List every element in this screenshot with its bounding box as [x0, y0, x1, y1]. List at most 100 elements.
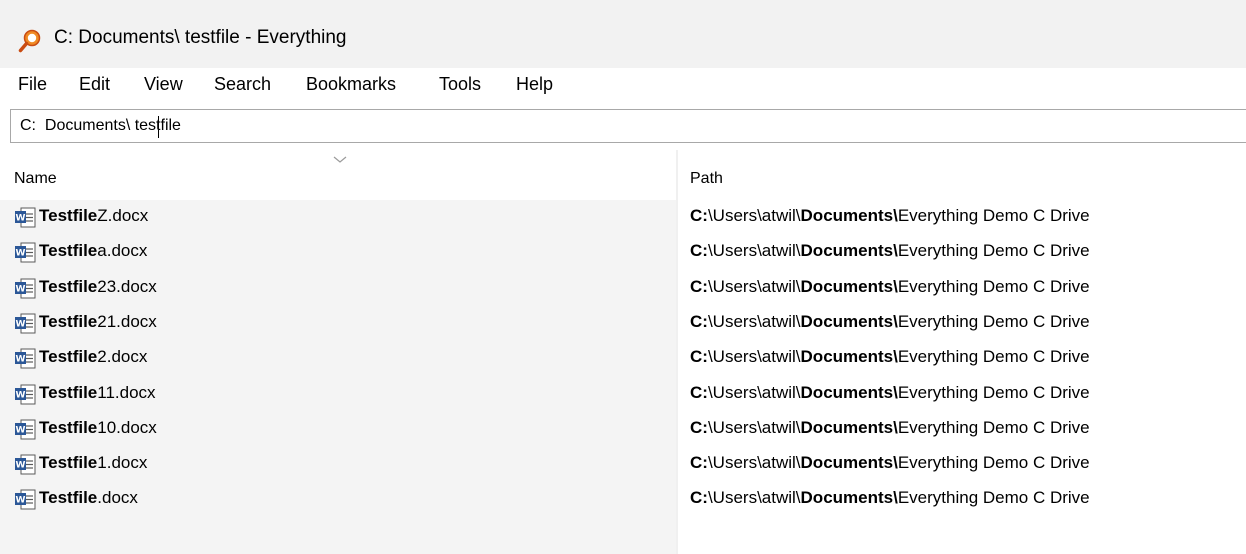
result-path: C:\Users\atwil\Documents\Everything Demo… [690, 347, 1090, 367]
result-path-rest: Everything Demo C Drive [897, 206, 1090, 225]
result-row[interactable]: W TestfileZ.docx C:\Users\atwil\Document… [0, 200, 1246, 235]
result-path: C:\Users\atwil\Documents\Everything Demo… [690, 418, 1090, 438]
svg-text:W: W [16, 390, 26, 400]
result-path-match: Documents\ [800, 311, 898, 331]
result-path-mid: \Users\atwil\ [707, 417, 801, 437]
result-path-match: Documents\ [800, 347, 898, 367]
column-header-path[interactable]: Path [678, 156, 1246, 200]
sort-descending-icon [333, 156, 347, 163]
result-row[interactable]: W Testfile23.docx C:\Users\atwil\Documen… [0, 271, 1246, 306]
result-path-match: Documents\ [800, 241, 898, 261]
menu-tools[interactable]: Tools [435, 74, 485, 95]
result-path-match: Documents\ [800, 488, 898, 508]
result-path-mid: \Users\atwil\ [707, 382, 801, 402]
word-document-icon: W [15, 348, 36, 369]
result-name-match: Testfile [39, 417, 98, 437]
result-path-drive: C: [690, 453, 708, 473]
result-path-rest: Everything Demo C Drive [897, 453, 1090, 473]
result-path-match: Documents\ [800, 382, 898, 402]
result-path-match: Documents\ [800, 206, 898, 225]
title-bar[interactable]: C: Documents\ testfile - Everything [0, 0, 1246, 68]
word-document-icon: W [15, 489, 36, 510]
result-path-match: Documents\ [800, 276, 898, 296]
svg-text:W: W [16, 461, 26, 471]
svg-text:W: W [16, 496, 26, 506]
result-path: C:\Users\atwil\Documents\Everything Demo… [690, 277, 1090, 297]
result-path-drive: C: [690, 347, 708, 367]
result-name: Testfile11.docx [39, 383, 156, 403]
result-path-drive: C: [690, 488, 708, 508]
column-header-name-label: Name [14, 170, 57, 187]
result-row[interactable]: W Testfile21.docx C:\Users\atwil\Documen… [0, 306, 1246, 341]
word-document-icon: W [15, 313, 36, 334]
result-row[interactable]: W Testfile11.docx C:\Users\atwil\Documen… [0, 377, 1246, 412]
result-path-rest: Everything Demo C Drive [897, 347, 1090, 367]
result-path-drive: C: [690, 241, 708, 261]
result-name-rest: 21.docx [97, 311, 157, 331]
result-path-mid: \Users\atwil\ [707, 488, 801, 508]
result-name: Testfile10.docx [39, 418, 157, 438]
result-name-match: Testfile [39, 241, 98, 261]
result-path-drive: C: [690, 311, 708, 331]
result-name-rest: Z.docx [97, 206, 149, 225]
svg-text:W: W [16, 425, 26, 435]
result-name-match: Testfile [39, 276, 98, 296]
word-document-icon: W [15, 242, 36, 263]
result-path-rest: Everything Demo C Drive [897, 311, 1090, 331]
svg-text:W: W [16, 214, 26, 224]
menu-edit[interactable]: Edit [75, 74, 114, 95]
result-name-rest: 11.docx [97, 382, 156, 402]
result-name: Testfile2.docx [39, 347, 147, 367]
result-name-rest: 2.docx [97, 347, 148, 367]
result-path-rest: Everything Demo C Drive [897, 488, 1090, 508]
result-path: C:\Users\atwil\Documents\Everything Demo… [690, 453, 1090, 473]
menu-bookmarks[interactable]: Bookmarks [302, 74, 400, 95]
result-path-mid: \Users\atwil\ [707, 453, 801, 473]
menu-file[interactable]: File [14, 74, 51, 95]
menu-help[interactable]: Help [512, 74, 557, 95]
result-path-mid: \Users\atwil\ [707, 311, 801, 331]
result-row[interactable]: W Testfile.docx C:\Users\atwil\Documents… [0, 482, 1246, 517]
result-row[interactable]: W Testfile1.docx C:\Users\atwil\Document… [0, 447, 1246, 482]
result-name-rest: 10.docx [97, 417, 157, 437]
result-name: Testfile.docx [39, 488, 138, 508]
menu-search[interactable]: Search [210, 74, 275, 95]
result-name: TestfileZ.docx [39, 206, 148, 226]
result-path-mid: \Users\atwil\ [707, 241, 801, 261]
svg-text:W: W [16, 249, 26, 259]
result-name: Testfile23.docx [39, 277, 157, 297]
result-name-rest: a.docx [97, 241, 148, 261]
svg-text:W: W [16, 319, 26, 329]
word-document-icon: W [15, 207, 36, 228]
result-name-match: Testfile [39, 311, 98, 331]
result-path-drive: C: [690, 417, 708, 437]
result-path-rest: Everything Demo C Drive [897, 276, 1090, 296]
result-path-rest: Everything Demo C Drive [897, 382, 1090, 402]
result-path-rest: Everything Demo C Drive [897, 241, 1090, 261]
result-path-match: Documents\ [800, 453, 898, 473]
result-path: C:\Users\atwil\Documents\Everything Demo… [690, 206, 1090, 226]
word-document-icon: W [15, 384, 36, 404]
search-input-value: C: Documents\ testfile [20, 117, 181, 134]
result-name-match: Testfile [39, 382, 98, 402]
word-document-icon: W [15, 278, 36, 299]
result-name: Testfile1.docx [39, 453, 147, 473]
result-row[interactable]: W Testfile10.docx C:\Users\atwil\Documen… [0, 412, 1246, 447]
result-row[interactable]: W Testfile2.docx C:\Users\atwil\Document… [0, 341, 1246, 376]
result-name-match: Testfile [39, 206, 98, 225]
column-header-name[interactable]: Name [0, 156, 676, 200]
column-header-path-label: Path [690, 170, 723, 187]
result-path-drive: C: [690, 206, 708, 225]
text-caret [158, 116, 159, 138]
result-path-drive: C: [690, 276, 708, 296]
result-name-match: Testfile [39, 488, 98, 508]
result-path: C:\Users\atwil\Documents\Everything Demo… [690, 383, 1090, 403]
search-magnifier-icon [18, 29, 41, 53]
result-path-mid: \Users\atwil\ [707, 276, 801, 296]
search-input[interactable]: C: Documents\ testfile [10, 109, 1246, 143]
result-path-drive: C: [690, 382, 708, 402]
result-row[interactable]: W Testfilea.docx C:\Users\atwil\Document… [0, 235, 1246, 270]
word-document-icon: W [15, 419, 36, 440]
result-path-rest: Everything Demo C Drive [897, 417, 1090, 437]
menu-view[interactable]: View [140, 74, 187, 95]
